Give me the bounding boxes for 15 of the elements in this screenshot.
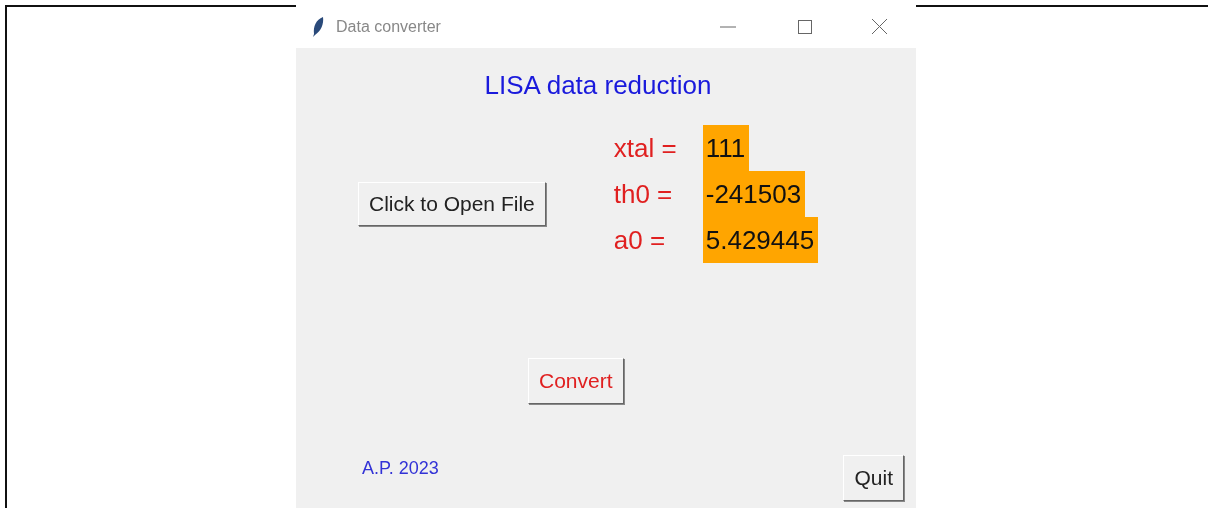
close-icon[interactable] bbox=[872, 19, 887, 34]
open-file-button[interactable]: Click to Open File bbox=[358, 182, 546, 226]
field-value: -241503 bbox=[702, 171, 806, 217]
window-title: Data converter bbox=[336, 17, 442, 36]
app-heading: LISA data reduction bbox=[484, 70, 712, 101]
field-value: 5.429445 bbox=[702, 217, 819, 263]
feather-icon bbox=[312, 15, 324, 38]
quit-button[interactable]: Quit bbox=[843, 455, 904, 501]
convert-button[interactable]: Convert bbox=[528, 358, 624, 404]
field-label: a0 = bbox=[613, 224, 667, 256]
field-value: 111 bbox=[702, 125, 750, 171]
maximize-icon[interactable] bbox=[798, 19, 812, 34]
author-credit: A.P. 2023 bbox=[362, 458, 439, 479]
field-label: th0 = bbox=[613, 178, 674, 210]
field-label: xtal = bbox=[613, 132, 678, 164]
